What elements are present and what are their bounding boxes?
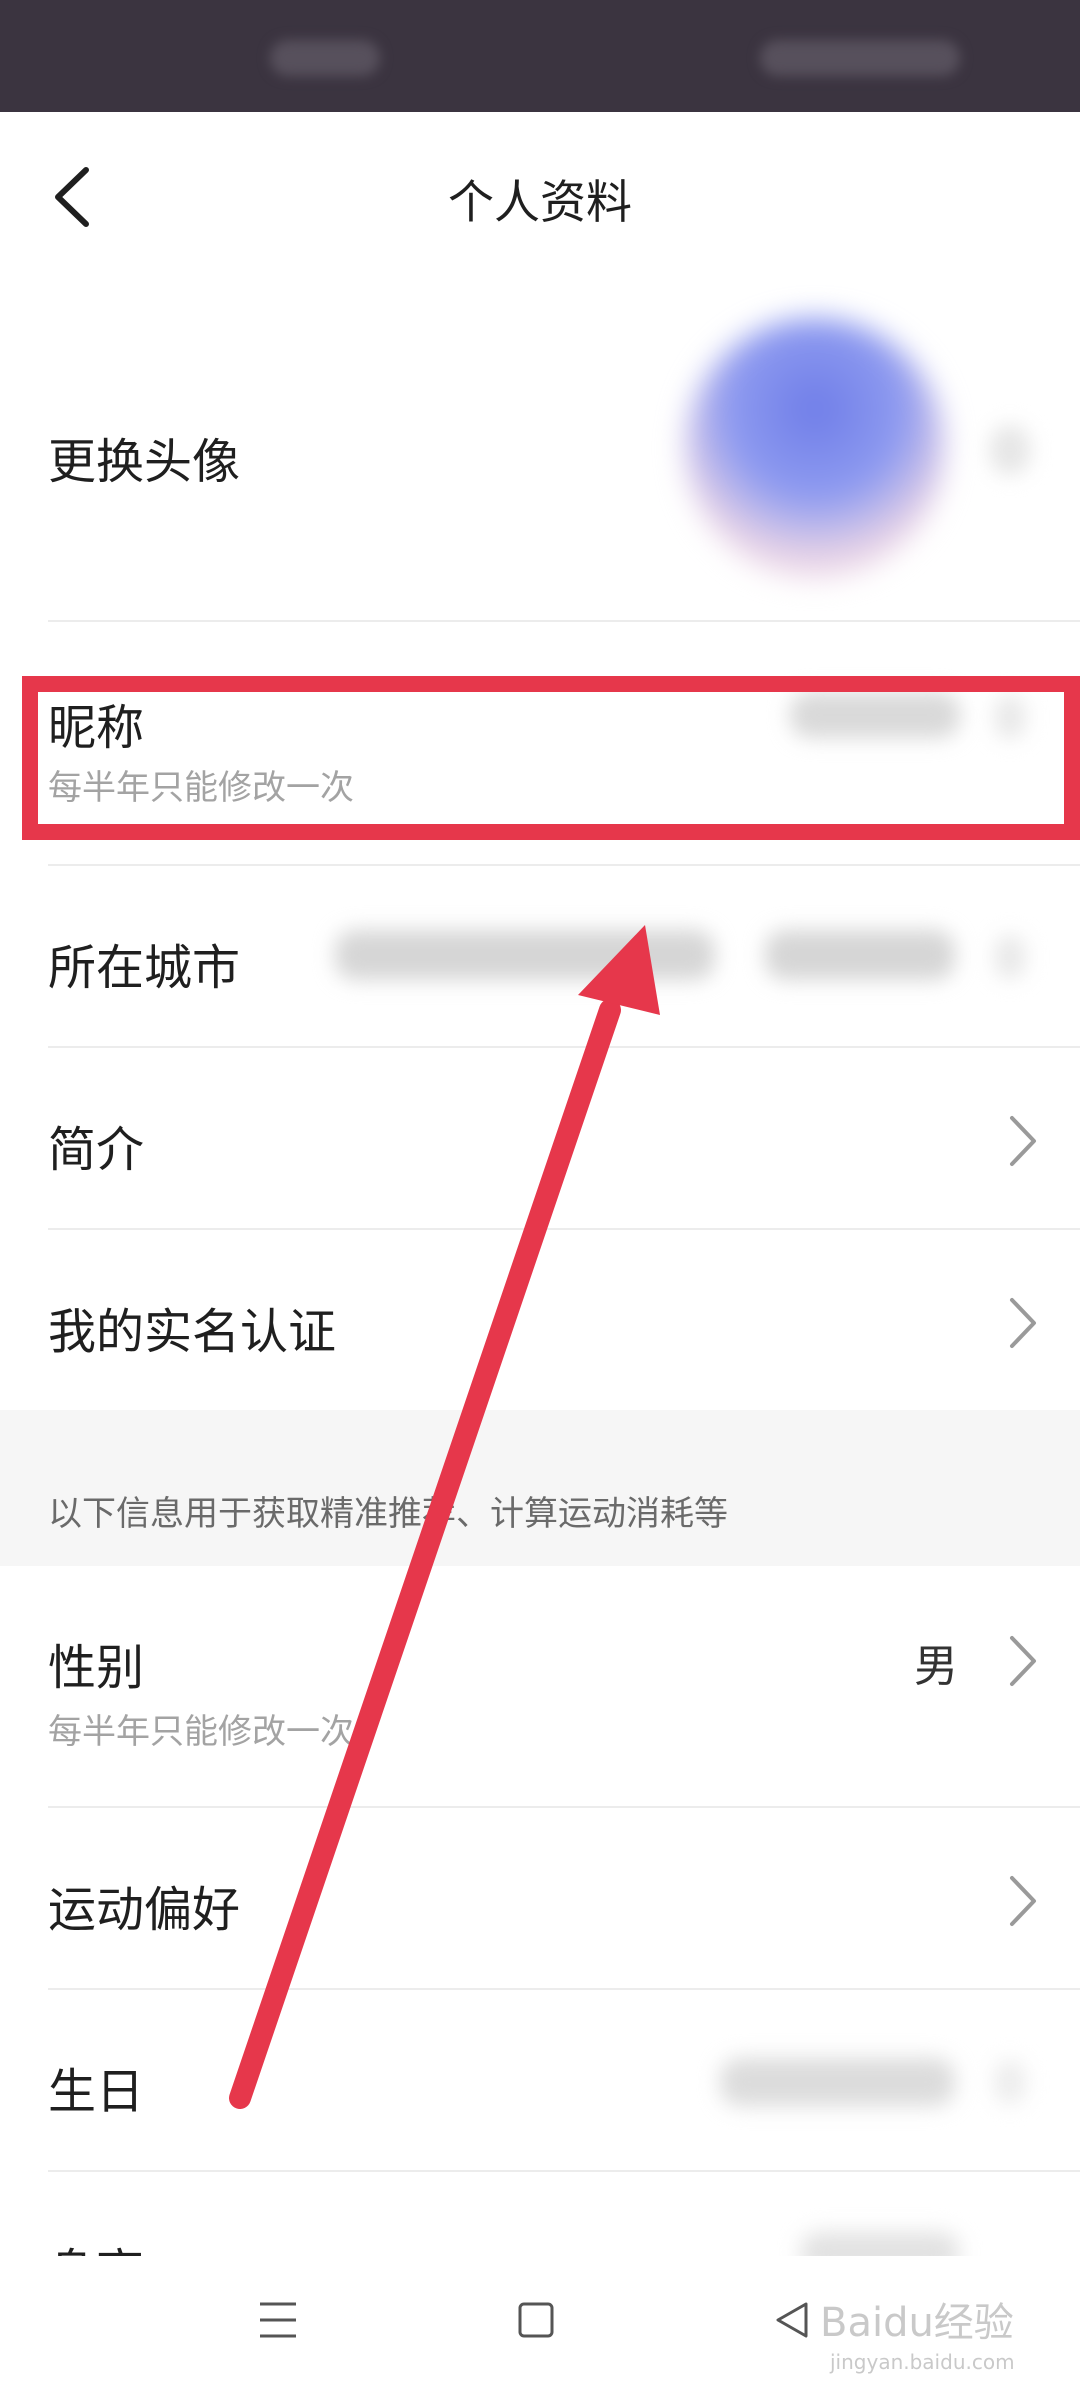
top-app-bar: 个人资料 <box>0 112 1080 280</box>
chevron-right-icon-blurred <box>995 2060 1025 2104</box>
birthday-label: 生日 <box>48 2064 145 2120</box>
page-title: 个人资料 <box>448 175 632 229</box>
height-label: 身高 <box>48 2232 144 2256</box>
chevron-right-icon-blurred <box>995 935 1025 979</box>
status-bar <box>0 0 1080 112</box>
city-value-blurred <box>335 930 715 980</box>
gender-hint: 每半年只能修改一次 <box>48 1712 354 1752</box>
section-note: 以下信息用于获取精准推荐、计算运动消耗等 <box>48 1494 728 1534</box>
gender-row[interactable]: 性别 每半年只能修改一次 男 <box>0 1566 1080 1806</box>
watermark-logo: Baidu经验 <box>820 2300 1014 2346</box>
gender-value: 男 <box>914 1641 958 1692</box>
birthday-value-blurred <box>720 2058 955 2106</box>
chevron-right-icon <box>1010 1116 1036 1166</box>
divider <box>48 620 1080 622</box>
sport-preference-label: 运动偏好 <box>48 1882 241 1938</box>
home-icon[interactable] <box>516 2298 556 2342</box>
gender-label: 性别 <box>48 1640 145 1696</box>
change-avatar-label: 更换头像 <box>48 434 241 490</box>
watermark-url: jingyan.baidu.com <box>830 2350 1015 2374</box>
avatar[interactable] <box>685 318 945 578</box>
city-label: 所在城市 <box>48 940 241 996</box>
highlight-box <box>22 676 1080 840</box>
city-district-blurred <box>765 930 955 980</box>
back-triangle-icon[interactable] <box>772 2298 812 2342</box>
real-name-verification-row[interactable]: 我的实名认证 <box>0 1230 1080 1410</box>
bio-row[interactable]: 简介 <box>0 1048 1080 1228</box>
chevron-right-icon <box>1010 1298 1036 1348</box>
chevron-right-icon <box>1010 1636 1036 1686</box>
status-bar-icons-blurred <box>760 40 960 76</box>
menu-icon[interactable] <box>258 2298 298 2342</box>
status-bar-time-blurred <box>270 40 380 76</box>
bio-label: 简介 <box>48 1122 145 1178</box>
sport-preference-row[interactable]: 运动偏好 <box>0 1808 1080 1988</box>
real-name-label: 我的实名认证 <box>48 1304 337 1360</box>
chevron-right-icon <box>1010 1876 1036 1926</box>
chevron-right-icon-blurred <box>990 425 1030 475</box>
